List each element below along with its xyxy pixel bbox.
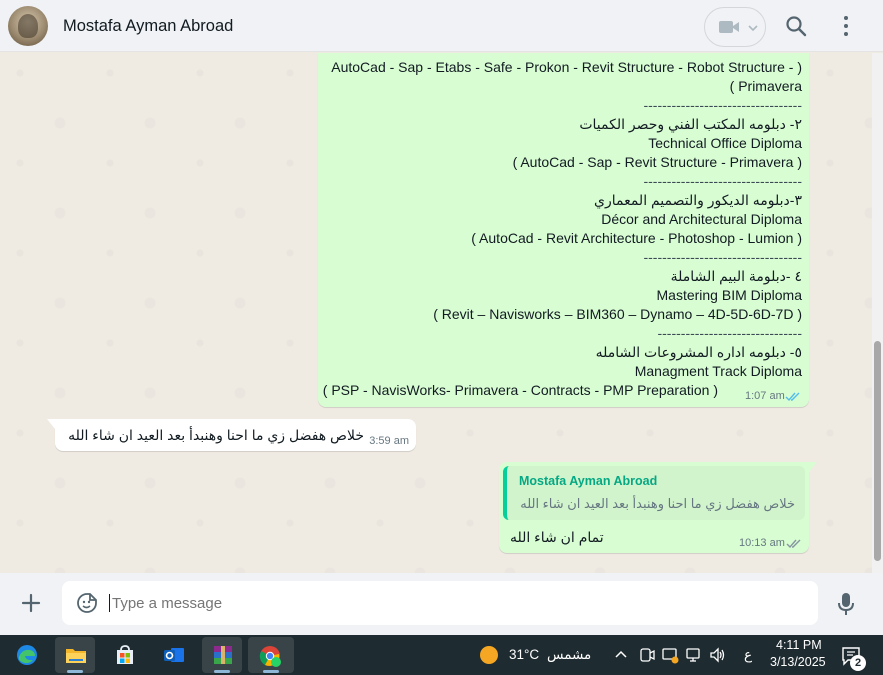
store-icon (117, 645, 133, 664)
message-input-box[interactable] (62, 581, 818, 625)
message-line: ٢- دبلومه المكتب الفني وحصر الكميات (579, 116, 802, 132)
sun-weather-icon (480, 646, 498, 664)
active-indicator (67, 670, 83, 673)
message-input[interactable] (112, 595, 792, 612)
message-line: AutoCad - Sap - Etabs - Safe - Prokon - … (331, 59, 802, 75)
chevron-up-icon[interactable] (612, 646, 630, 664)
message-line: Managment Track Diploma (634, 363, 802, 379)
network-icon[interactable] (685, 646, 703, 664)
weather-temperature[interactable]: 31°C (509, 647, 539, 662)
message-text: تمام ان شاء الله (510, 529, 604, 545)
display-update-icon[interactable] (661, 646, 679, 664)
plus-icon[interactable] (20, 592, 42, 614)
message-text: خلاص هفضل زي ما احنا وهنبدأ بعد العيد ان… (68, 427, 364, 443)
taskbar-chrome-whatsapp[interactable] (248, 637, 294, 673)
message-line: Mastering BIM Diploma (656, 287, 803, 303)
message-line: ٥- دبلومه اداره المشروعات الشامله (595, 344, 802, 360)
clock-time[interactable]: 4:11 PM (776, 638, 822, 652)
notification-badge: 2 (850, 655, 866, 671)
input-language-indicator[interactable]: ع (744, 647, 752, 663)
windows-taskbar: 31°C مشمس ع 4:11 PM 3/13/2025 2 (0, 635, 883, 675)
meet-now-icon[interactable] (638, 646, 656, 664)
video-call-button[interactable] (704, 7, 766, 47)
message-line: ٣-دبلومه الديكور والتصميم المعماري (594, 192, 802, 208)
message-line: ---------------------------------- (643, 173, 802, 189)
outlook-icon (164, 648, 184, 662)
message-line: ( Revit – Navisworks – BIM360 – Dynamo –… (433, 306, 802, 322)
taskbar-store[interactable] (104, 637, 144, 673)
microphone-icon[interactable] (836, 591, 856, 617)
taskbar-file-explorer[interactable] (55, 637, 95, 673)
read-receipt-icon (786, 539, 801, 549)
video-camera-icon (719, 21, 739, 33)
read-receipt-icon (785, 392, 800, 402)
message-time: 10:13 am (739, 537, 785, 549)
more-menu-icon[interactable] (835, 14, 857, 38)
contact-avatar[interactable] (8, 6, 48, 46)
message-line: ( AutoCad - Sap - Revit Structure - Prim… (512, 154, 802, 170)
message-line: ( AutoCad - Revit Architecture - Photosh… (471, 230, 802, 246)
sticker-emoji-icon[interactable] (76, 592, 98, 614)
chat-header: Mostafa Ayman Abroad (0, 0, 883, 52)
clock-date[interactable]: 3/13/2025 (770, 655, 826, 669)
chevron-down-icon (748, 25, 758, 32)
edge-browser-icon (17, 645, 37, 665)
quoted-message[interactable]: Mostafa Ayman Abroad خلاص هفضل زي ما احن… (503, 466, 805, 520)
active-indicator (263, 670, 279, 673)
outgoing-message[interactable]: AutoCad - Sap - Etabs - Safe - Prokon - … (318, 53, 809, 407)
weather-description[interactable]: مشمس (547, 647, 591, 663)
winrar-icon (214, 646, 232, 664)
quoted-author: Mostafa Ayman Abroad (519, 474, 658, 488)
message-line: Technical Office Diploma (648, 135, 802, 151)
taskbar-outlook[interactable] (153, 637, 193, 673)
outgoing-reply-message[interactable]: Mostafa Ayman Abroad خلاص هفضل زي ما احن… (499, 462, 817, 553)
text-caret (109, 594, 110, 612)
speaker-volume-icon[interactable] (708, 646, 726, 664)
message-scrollbar[interactable] (872, 53, 883, 573)
chrome-icon (259, 646, 281, 667)
message-line: ---------------------------------- (643, 249, 802, 265)
message-time: 1:07 am (745, 390, 785, 402)
message-time: 3:59 am (369, 435, 409, 447)
taskbar-edge[interactable] (6, 637, 46, 673)
message-line: ---------------------------------- (643, 97, 802, 113)
message-line: Décor and Architectural Diploma (601, 211, 802, 227)
quoted-text: خلاص هفضل زي ما احنا وهنبدأ بعد العيد ان… (520, 496, 795, 511)
scrollbar-thumb[interactable] (874, 341, 881, 561)
message-list[interactable]: AutoCad - Sap - Etabs - Safe - Prokon - … (0, 53, 872, 573)
incoming-message[interactable]: خلاص هفضل زي ما احنا وهنبدأ بعد العيد ان… (47, 419, 416, 451)
taskbar-winrar[interactable] (202, 637, 242, 673)
contact-name[interactable]: Mostafa Ayman Abroad (63, 17, 233, 36)
message-line: ( PSP - NavisWorks- Primavera - Contract… (322, 382, 718, 398)
active-indicator (214, 670, 230, 673)
folder-icon (66, 649, 86, 663)
message-line: ------------------------------- (657, 325, 802, 341)
message-line: ٤ -دبلومة البيم الشاملة (670, 268, 802, 284)
composer (0, 573, 883, 635)
search-icon[interactable] (784, 14, 808, 38)
message-line: ( Primavera (729, 78, 802, 94)
